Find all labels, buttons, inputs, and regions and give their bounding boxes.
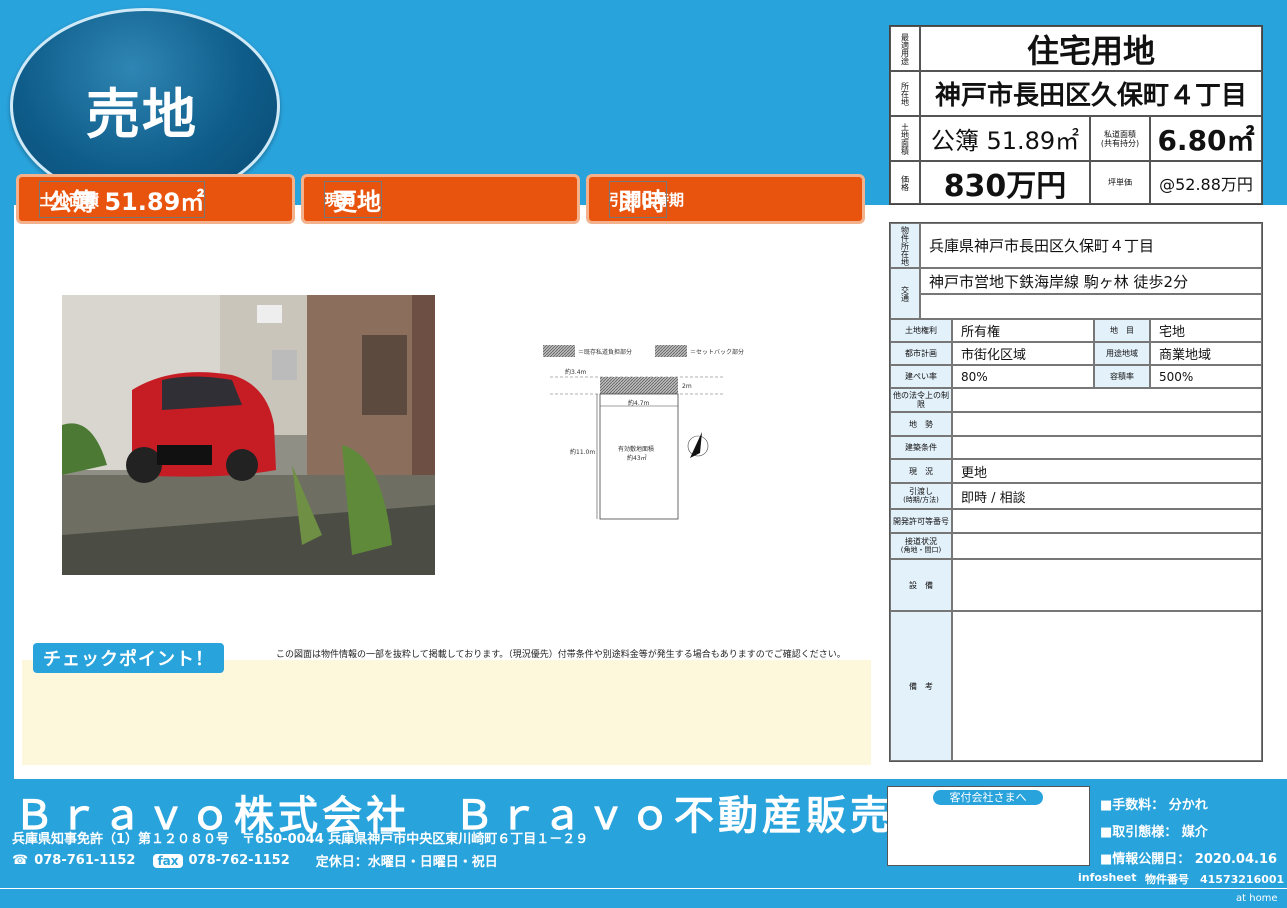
area-label: 土地面積 [890,116,920,161]
handover-label: 引渡し (時期/方法) [890,483,952,509]
fax-number: 078-762-1152 [188,853,290,868]
badge-title: 売地 [86,83,198,146]
address-value: 兵庫県神戸市長田区久保町４丁目 [920,223,1262,268]
bar-value: 公簿 51.89㎡ [39,180,206,218]
urban-label: 都市計画 [890,342,952,365]
property-photo [62,295,435,575]
other-value [952,388,1262,412]
build-value [952,436,1262,459]
rights-label: 土地権利 [890,319,952,342]
status-value: 更地 [952,459,1262,483]
landcat-label: 地 目 [1094,319,1150,342]
private-road-value: 6.80㎡ [1150,116,1262,161]
athome-logo: at home [1236,893,1278,904]
check-area [22,660,871,765]
bcr-label: 建ぺい率 [890,365,952,388]
location-label: 所在地 [890,71,920,116]
phone-icon: ☎ [12,853,29,868]
price-label: 価格 [890,161,920,204]
site-area-value: 約43㎡ [627,454,647,462]
license-address: 兵庫県知事免許（1）第１２０８０号 〒650-0044 兵庫県神戸市中央区東川崎… [12,832,589,847]
bar-land-area: 土地面積 公簿 51.89㎡ [16,174,295,224]
summary-box: 最適用途 住宅用地 所在地 神戸市長田区久保町４丁目 土地面積 公簿 51.89… [889,25,1263,205]
fee: ■手数料： 分かれ [1100,798,1208,813]
bukken-number: 物件番号 41573216001 [1145,873,1285,886]
handover-value: 即時 / 相談 [952,483,1262,509]
dim-width: 約4.7m [628,399,650,407]
equip-value [952,559,1262,611]
far-value: 500% [1150,365,1262,388]
kyotaku-label: 客付会社さまへ [933,790,1043,805]
bar-value: 更地 [324,180,382,218]
other-label: 他の法令上の制限 [890,388,952,412]
footer-divider [0,888,1287,889]
transport-value-2 [920,294,1262,319]
tsubo-label: 坪単価 [1090,161,1150,204]
private-road-label: 私道面積 (共有持分) [1090,116,1150,161]
build-label: 建築条件 [890,436,952,459]
zoning-label: 用途地域 [1094,342,1150,365]
road-value [952,533,1262,559]
far-label: 容積率 [1094,365,1150,388]
landcat-value: 宅地 [1150,319,1262,342]
holiday: 定休日：水曜日・日曜日・祝日 [315,855,498,870]
location-value: 神戸市長田区久保町４丁目 [920,71,1262,116]
legend-swatch-private-road [543,345,575,357]
bar-status: 現況 更地 [301,174,580,224]
bar-handover: 引渡し時期 即時 [586,174,865,224]
infosheet-label: infosheet [1078,871,1137,884]
usage-label: 最適用途 [890,26,920,71]
transport-value: 神戸市営地下鉄海岸線 駒ヶ林 徒歩2分 [920,268,1262,294]
transport-label: 交通 [890,268,920,319]
deal-type: ■取引態様： 媒介 [1100,825,1208,840]
tel-number: 078-761-1152 [34,853,136,868]
area-value: 公簿 51.89㎡ [920,116,1090,161]
dev-label: 開発許可等番号 [890,509,952,533]
urban-value: 市街化区域 [952,342,1094,365]
site-area-label: 有効敷地面積 [618,445,654,453]
check-title: チェックポイント！ [33,643,224,673]
bcr-value: 80% [952,365,1094,388]
legend-private-road: ＝既存私道負担部分 [578,348,632,356]
dim-depth: 約11.0m [570,448,595,456]
price-value: 830万円 [920,161,1090,204]
disclaimer: この図面は物件情報の一部を抜粋して掲載しております。（現況優先）付帯条件や別途料… [276,650,846,660]
status-label: 現 況 [890,459,952,483]
bar-value: 即時 [609,180,667,218]
dev-value [952,509,1262,533]
equip-label: 設 備 [890,559,952,611]
site-diagram: ＝既存私道負担部分 ＝セットバック部分 約3.4m 2m 約4.7m 約11.0… [543,345,744,520]
terrain-value [952,412,1262,436]
rights-value: 所有権 [952,319,1094,342]
zoning-value: 商業地域 [1150,342,1262,365]
terrain-label: 地 勢 [890,412,952,436]
remarks-value [952,611,1262,761]
contact-line: ☎ 078-761-1152 fax 078-762-1152 定休日：水曜日・… [12,851,498,870]
fax-icon: fax [153,853,183,868]
usage-value: 住宅用地 [920,26,1262,71]
legend-setback: ＝セットバック部分 [690,348,744,356]
tsubo-value: @52.88万円 [1150,161,1262,204]
setback-area [600,377,678,394]
detail-table: 物件所在地 兵庫県神戸市長田区久保町４丁目 交通 神戸市営地下鉄海岸線 駒ヶ林 … [889,222,1263,762]
dim-road: 約3.4m [565,368,587,376]
left-strip [0,205,14,780]
kyotaku-box: 客付会社さまへ [887,786,1090,866]
dim-setback: 2m [682,383,692,390]
road-label: 接道状況 (角地・間口) [890,533,952,559]
address-label: 物件所在地 [890,223,920,268]
published-date: ■情報公開日： 2020.04.16 [1100,852,1278,867]
remarks-label: 備 考 [890,611,952,761]
legend-swatch-setback [655,345,687,357]
